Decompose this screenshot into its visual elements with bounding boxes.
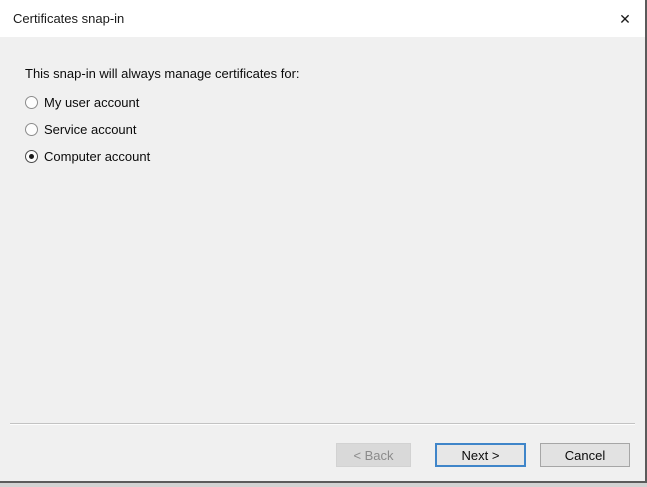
- account-radio-group: My user account Service account Computer…: [25, 95, 625, 164]
- button-bar: < Back Next > Cancel: [0, 425, 645, 481]
- radio-icon: [25, 123, 38, 136]
- radio-label: Service account: [44, 122, 137, 137]
- cancel-button[interactable]: Cancel: [540, 443, 630, 467]
- close-icon: ✕: [619, 12, 631, 26]
- radio-label: Computer account: [44, 149, 150, 164]
- instruction-text: This snap-in will always manage certific…: [25, 66, 625, 81]
- window-title: Certificates snap-in: [13, 11, 124, 26]
- dialog-body: This snap-in will always manage certific…: [0, 37, 645, 423]
- back-button: < Back: [336, 443, 411, 467]
- radio-option-computer-account[interactable]: Computer account: [25, 149, 625, 164]
- radio-icon: [25, 150, 38, 163]
- radio-option-service-account[interactable]: Service account: [25, 122, 625, 137]
- next-button[interactable]: Next >: [435, 443, 526, 467]
- radio-label: My user account: [44, 95, 139, 110]
- radio-option-my-user-account[interactable]: My user account: [25, 95, 625, 110]
- title-bar: Certificates snap-in ✕: [0, 0, 645, 37]
- close-button[interactable]: ✕: [605, 0, 645, 37]
- certificates-snapin-dialog: Certificates snap-in ✕ This snap-in will…: [0, 0, 647, 483]
- radio-icon: [25, 96, 38, 109]
